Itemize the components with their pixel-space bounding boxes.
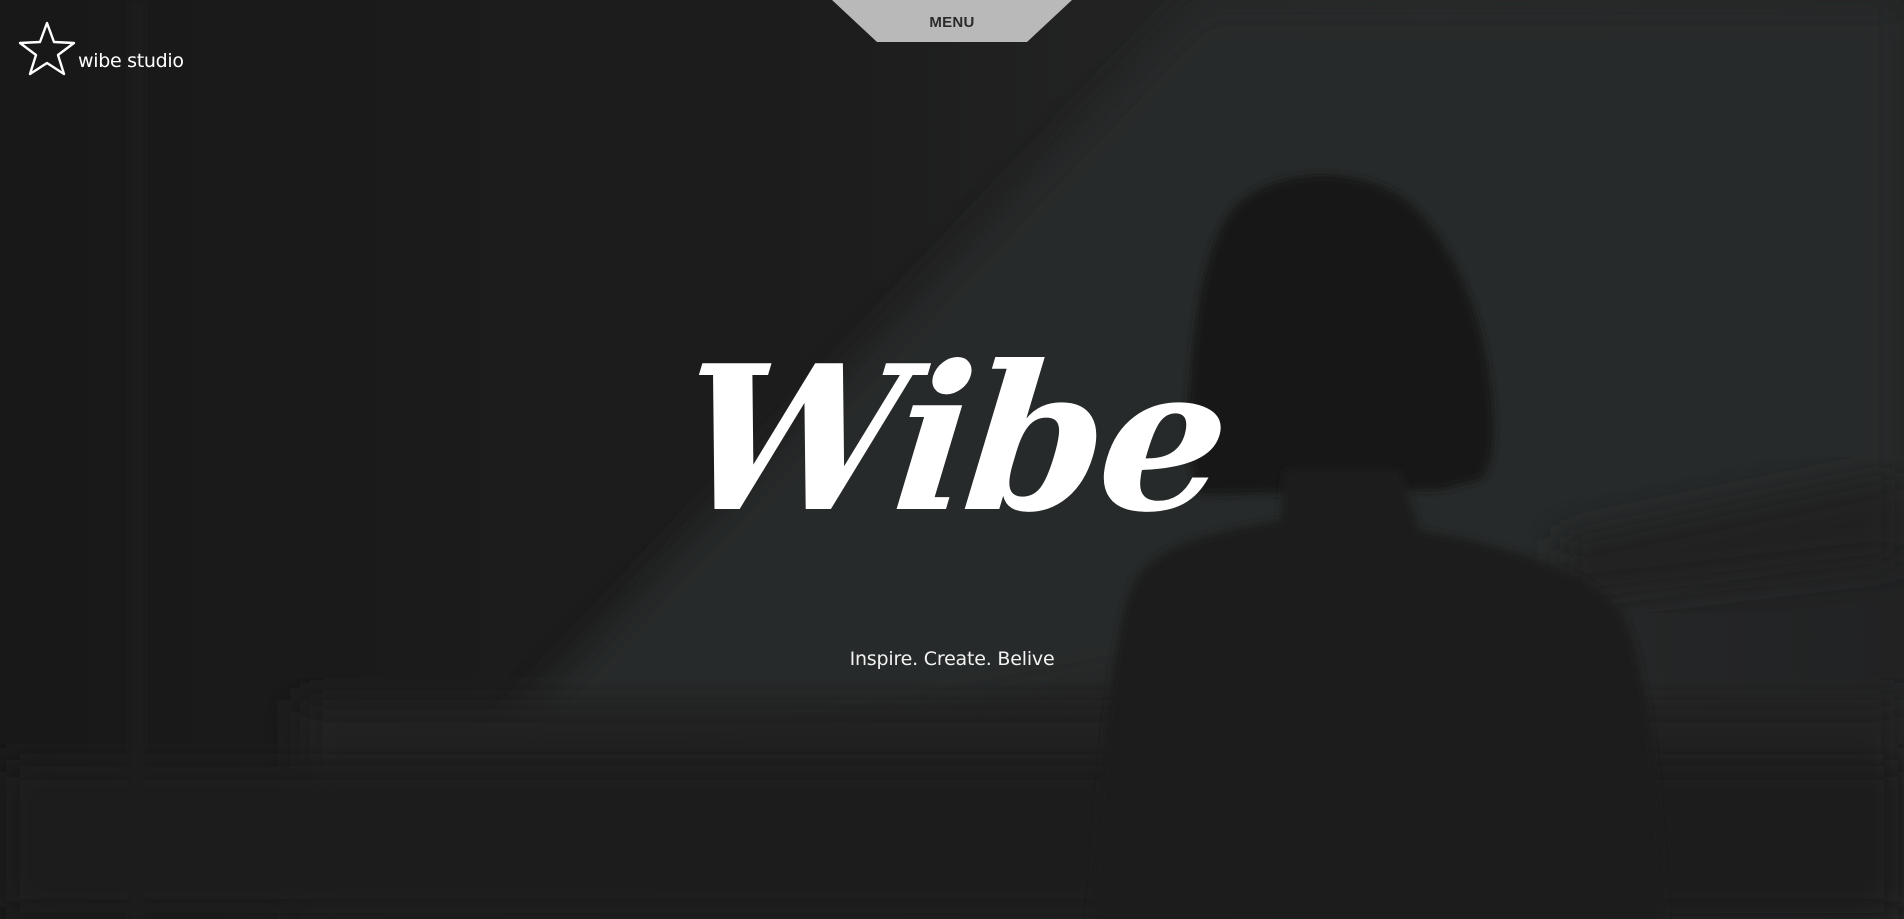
- brand-name: wibe studio: [78, 50, 184, 72]
- star-icon: [18, 21, 76, 76]
- menu-button[interactable]: MENU: [832, 0, 1072, 42]
- menu-label: MENU: [929, 14, 975, 31]
- hero-tagline: Inspire. Create. Belive: [849, 648, 1055, 670]
- brand-logo[interactable]: wibe studio: [18, 20, 184, 78]
- hero-title: Wibe: [669, 322, 1235, 557]
- hero-section: MENU wibe studio Wibe Inspire. Create. B…: [0, 0, 1904, 919]
